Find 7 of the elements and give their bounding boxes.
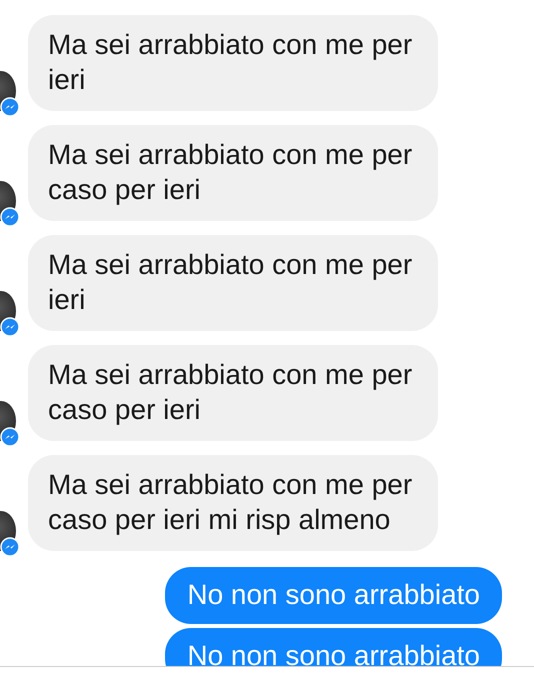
message-bubble: No non sono arrabbiato [165, 567, 502, 624]
message-bubble: Ma sei arrabbiato con me per caso per ieri [28, 345, 438, 441]
message-bubble: Ma sei arrabbiato con me per ieri [28, 235, 438, 331]
message-bubble: Ma sei arrabbiato con me per caso per ieri [28, 125, 438, 221]
message-bubble: Ma sei arrabbiato con me per caso per ieri mi risp almeno [28, 455, 438, 551]
message-bubble: Ma sei arrabbiato con me per ieri [28, 15, 438, 111]
message-bubble: No non sono arrabbiato [165, 628, 502, 666]
